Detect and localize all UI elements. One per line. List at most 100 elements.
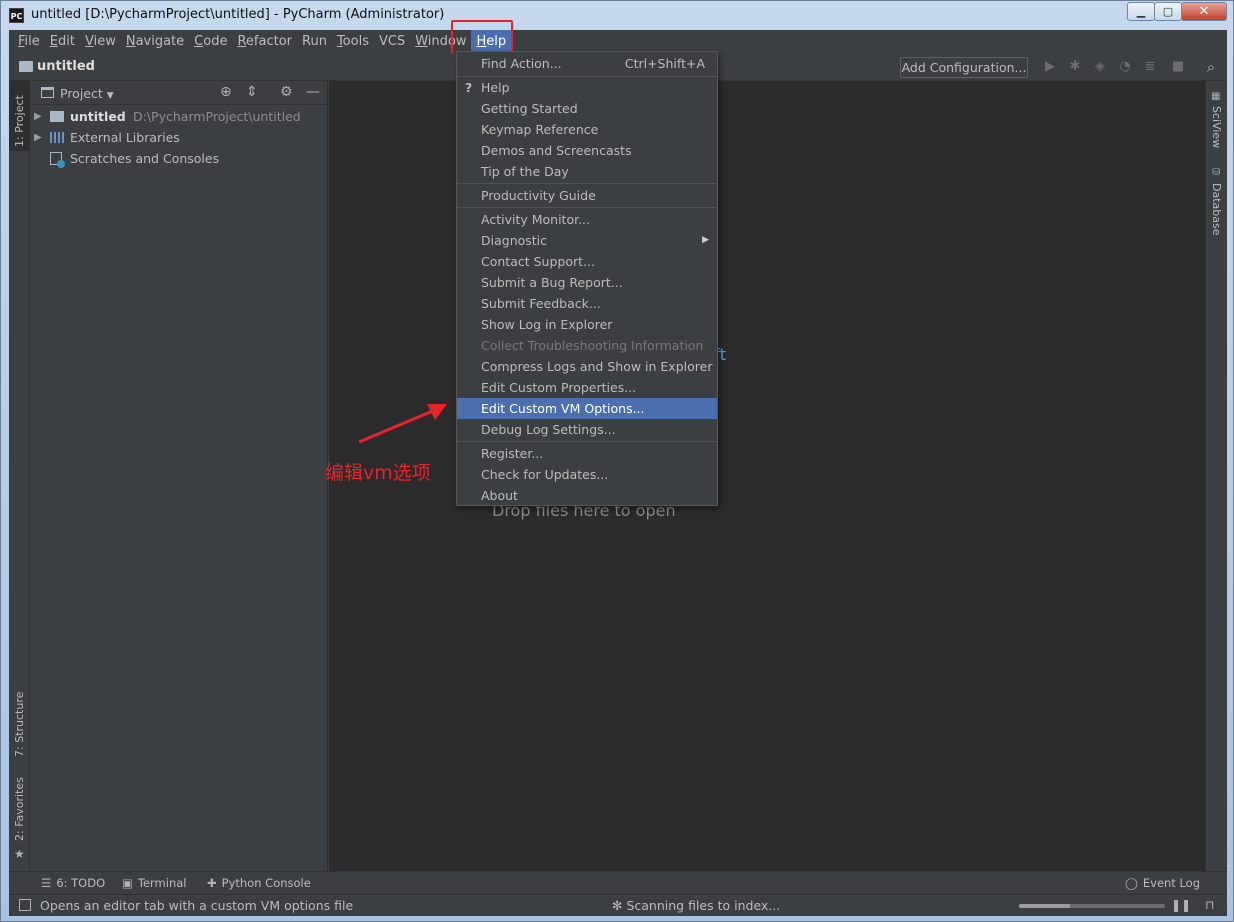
search-icon[interactable]: ⌕ bbox=[1202, 58, 1220, 76]
menu-item-debug-log-settings[interactable]: Debug Log Settings... bbox=[457, 419, 717, 440]
question-mark-icon: ? bbox=[465, 80, 473, 95]
menu-code[interactable]: Code bbox=[189, 30, 232, 53]
title-bar: PC untitled [D:\PycharmProject\untitled]… bbox=[1, 1, 1233, 30]
annotation-arrow-line bbox=[358, 408, 436, 444]
menu-separator bbox=[457, 183, 717, 184]
tool-tab-todo[interactable]: ☰ 6: TODO bbox=[41, 876, 105, 890]
menu-refactor[interactable]: Refactor bbox=[232, 30, 297, 53]
indexing-progress-fill bbox=[1019, 904, 1071, 908]
left-tool-strip: 1: Project 7: Structure 2: Favorites ★ bbox=[9, 81, 30, 871]
breadcrumb-project[interactable]: untitled bbox=[37, 59, 95, 74]
database-icon: ⛁ bbox=[1212, 167, 1221, 178]
annotation-label: 编辑vm选项 bbox=[325, 462, 431, 484]
project-panel-header: Project ▼ ⊕ ⇕ ⚙ — bbox=[30, 81, 327, 105]
stop-icon[interactable]: ■ bbox=[1169, 58, 1187, 76]
menu-tools[interactable]: Tools bbox=[332, 30, 374, 53]
window-controls: ▁ ▢ ✕ bbox=[1127, 2, 1227, 21]
indexing-status[interactable]: ✻ Scanning files to index... bbox=[612, 898, 780, 913]
menu-item-submit-feedback[interactable]: Submit Feedback... bbox=[457, 293, 717, 314]
status-bar: Opens an editor tab with a custom VM opt… bbox=[9, 894, 1227, 916]
run-with-coverage-icon[interactable]: ◈ bbox=[1091, 58, 1109, 76]
project-view-selector[interactable]: Project ▼ bbox=[60, 86, 114, 101]
lock-icon[interactable]: ⊓ bbox=[1205, 898, 1214, 912]
submenu-arrow-icon: ▶ bbox=[702, 235, 709, 245]
menu-item-compress-logs[interactable]: Compress Logs and Show in Explorer bbox=[457, 356, 717, 377]
gear-icon[interactable]: ⚙ bbox=[280, 84, 293, 100]
tool-tab-event-log[interactable]: ◯ Event Log bbox=[1125, 876, 1200, 890]
sciview-icon: ▦ bbox=[1211, 91, 1221, 102]
menu-edit[interactable]: Edit bbox=[45, 30, 80, 53]
menu-item-edit-custom-vm-options[interactable]: Edit Custom VM Options... bbox=[457, 398, 717, 419]
close-icon: ✕ bbox=[1198, 4, 1210, 19]
chevron-down-icon: ▼ bbox=[106, 91, 114, 101]
menu-view[interactable]: View bbox=[80, 30, 121, 53]
menu-item-find-action[interactable]: Find Action... Ctrl+Shift+A bbox=[457, 53, 717, 74]
menu-separator bbox=[457, 441, 717, 442]
spinner-icon: ✻ bbox=[612, 898, 623, 913]
tree-item-scratches[interactable]: Scratches and Consoles bbox=[30, 148, 328, 169]
close-button[interactable]: ✕ bbox=[1181, 2, 1227, 21]
menu-bar: File Edit View Navigate Code Refactor Ru… bbox=[9, 30, 1227, 53]
star-icon: ★ bbox=[14, 847, 25, 861]
menu-item-about[interactable]: About bbox=[457, 485, 717, 506]
folder-icon bbox=[50, 111, 64, 122]
profile-icon[interactable]: ◔ bbox=[1116, 58, 1134, 76]
menu-item-productivity-guide[interactable]: Productivity Guide bbox=[457, 185, 717, 206]
menu-item-show-log[interactable]: Show Log in Explorer bbox=[457, 314, 717, 335]
tool-tab-sciview[interactable]: SciView bbox=[1206, 106, 1227, 166]
menu-separator bbox=[457, 207, 717, 208]
menu-item-activity-monitor[interactable]: Activity Monitor... bbox=[457, 209, 717, 230]
locate-icon[interactable]: ⊕ bbox=[220, 84, 232, 100]
add-configuration-button[interactable]: Add Configuration... bbox=[900, 57, 1028, 78]
tree-item-external-libraries[interactable]: ▶ External Libraries bbox=[30, 127, 328, 148]
minimize-icon: ▁ bbox=[1136, 5, 1146, 18]
menu-file[interactable]: File bbox=[13, 30, 45, 53]
menu-navigate[interactable]: Navigate bbox=[121, 30, 189, 53]
concurrency-icon[interactable]: ≣ bbox=[1141, 58, 1159, 76]
menu-item-tip-of-the-day[interactable]: Tip of the Day bbox=[457, 161, 717, 182]
todo-icon: ☰ bbox=[41, 876, 52, 890]
hide-panel-icon[interactable]: — bbox=[306, 84, 320, 100]
menu-run[interactable]: Run bbox=[297, 30, 332, 53]
terminal-icon: ▣ bbox=[122, 876, 133, 890]
menu-item-getting-started[interactable]: Getting Started bbox=[457, 98, 717, 119]
menu-item-check-for-updates[interactable]: Check for Updates... bbox=[457, 464, 717, 485]
maximize-icon: ▢ bbox=[1162, 5, 1174, 18]
scratches-icon bbox=[50, 152, 65, 168]
tool-tab-terminal[interactable]: ▣ Terminal bbox=[122, 876, 186, 890]
event-log-icon: ◯ bbox=[1125, 876, 1138, 890]
menu-item-contact-support[interactable]: Contact Support... bbox=[457, 251, 717, 272]
menu-item-register[interactable]: Register... bbox=[457, 443, 717, 464]
tool-tab-python-console[interactable]: ✚ Python Console bbox=[207, 876, 311, 890]
window-title: untitled [D:\PycharmProject\untitled] - … bbox=[31, 7, 445, 22]
toggle-tool-windows-icon[interactable] bbox=[19, 899, 31, 911]
menu-item-help[interactable]: ? Help bbox=[457, 77, 717, 98]
project-panel: Project ▼ ⊕ ⇕ ⚙ — ▶ untitled D:\PycharmP… bbox=[30, 81, 328, 871]
folder-icon bbox=[19, 61, 33, 72]
annotation-arrow bbox=[358, 404, 447, 444]
collapse-all-icon[interactable]: ⇕ bbox=[246, 84, 258, 100]
menu-item-diagnostic[interactable]: Diagnostic ▶ bbox=[457, 230, 717, 251]
menu-item-edit-custom-properties[interactable]: Edit Custom Properties... bbox=[457, 377, 717, 398]
maximize-button[interactable]: ▢ bbox=[1154, 2, 1182, 21]
menu-item-collect-troubleshooting: Collect Troubleshooting Information bbox=[481, 338, 704, 353]
run-icon[interactable]: ▶ bbox=[1041, 58, 1059, 76]
menu-item-demos-screencasts[interactable]: Demos and Screencasts bbox=[457, 140, 717, 161]
indexing-progress-bar bbox=[1019, 904, 1165, 908]
expand-arrow-icon[interactable]: ▶ bbox=[34, 106, 42, 127]
menu-item-keymap-reference[interactable]: Keymap Reference bbox=[457, 119, 717, 140]
expand-arrow-icon[interactable]: ▶ bbox=[34, 127, 42, 148]
pycharm-app-icon: PC bbox=[9, 8, 24, 23]
tool-tab-database[interactable]: Database bbox=[1206, 183, 1227, 243]
pause-icon[interactable]: ❚❚ bbox=[1171, 898, 1191, 912]
tool-tab-project[interactable]: 1: Project bbox=[9, 81, 30, 151]
python-icon: ✚ bbox=[207, 876, 217, 890]
help-menu-dropdown: Find Action... Ctrl+Shift+A ? Help Getting… bbox=[456, 51, 718, 506]
debug-icon[interactable]: ✱ bbox=[1066, 58, 1084, 76]
menu-vcs[interactable]: VCS bbox=[374, 30, 410, 53]
bottom-tool-bar: ☰ 6: TODO ▣ Terminal ✚ Python Console ◯ Even… bbox=[9, 871, 1227, 894]
status-message: Opens an editor tab with a custom VM opt… bbox=[40, 898, 354, 913]
minimize-button[interactable]: ▁ bbox=[1127, 2, 1155, 21]
menu-item-submit-bug-report[interactable]: Submit a Bug Report... bbox=[457, 272, 717, 293]
tool-tab-structure[interactable]: 7: Structure bbox=[9, 681, 30, 761]
